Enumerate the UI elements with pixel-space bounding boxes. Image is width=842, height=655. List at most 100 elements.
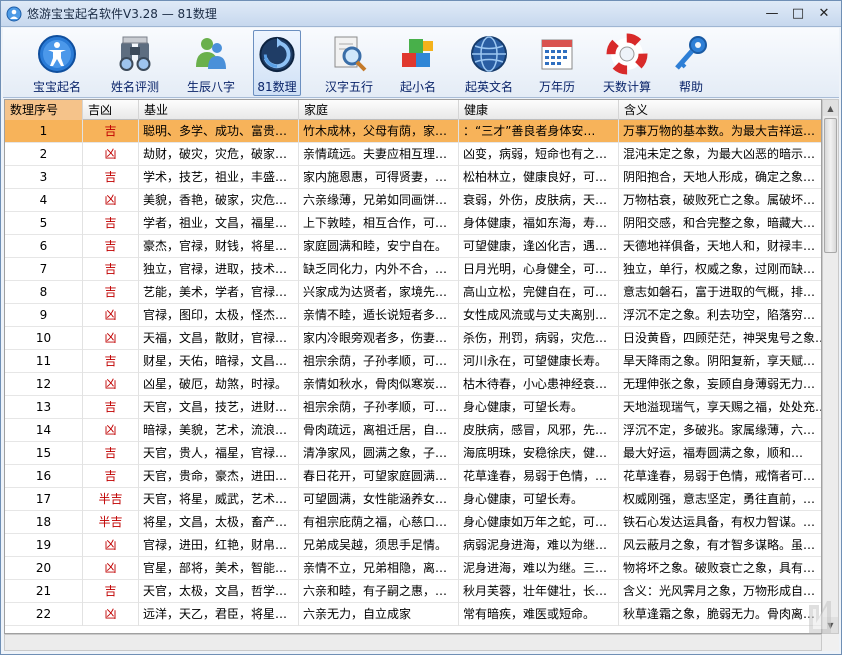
toolbar-name-evaluation-button[interactable]: 姓名评测	[101, 30, 169, 96]
cell-number: 17	[5, 488, 83, 511]
table-row[interactable]: 1 吉聪明、多学、成功、富贵… 竹木成林，父母有荫，家… ：“三才”善良者身体安… 万事…	[5, 120, 821, 143]
cell-family: 家内冷眼旁观者多，伤妻…	[299, 327, 459, 350]
cell-fortune: 吉	[83, 235, 139, 258]
table-row[interactable]: 4 凶美貌，香艳，破家，灾危… 六亲缘薄，兄弟如同画饼… 衰弱，外伤，皮肤病，天… 万物…	[5, 189, 821, 212]
minimize-button[interactable]: —	[759, 3, 785, 23]
toolbar-label: 起英文名	[464, 80, 513, 94]
cell-foundation: 天官，贵命，豪杰，进田…	[139, 465, 299, 488]
table-row[interactable]: 16 吉天官，贵命，豪杰，进田… 春日花开，可望家庭圆满… 花草逢春，易弱于色情，… 花…	[5, 465, 821, 488]
cell-meaning: 最大好运，福寿圆满之象，顺和…	[619, 442, 821, 465]
table-row[interactable]: 21 吉天官，太极，文昌，哲学… 六亲和睦，有子嗣之惠，… 秋月芙蓉，壮年健壮，长… 含…	[5, 580, 821, 603]
toolbar-english-name-button[interactable]: 起英文名	[455, 30, 523, 96]
cell-health: 河川永在，可望健康长寿。	[459, 350, 619, 373]
table-row[interactable]: 5 吉学者，祖业，文昌，福星… 上下敦睦，相互合作，可… 身体健康，福如东海，寿… 阴阳…	[5, 212, 821, 235]
cell-meaning: 万物枯衰，破败死亡之象。属破坏…	[619, 189, 821, 212]
refresh-icon	[259, 36, 295, 73]
cell-health: 身心健康如万年之蛇，可…	[459, 511, 619, 534]
cell-health: 身体健康，福如东海，寿…	[459, 212, 619, 235]
scroll-up-button[interactable]: ▲	[823, 100, 838, 116]
cell-foundation: 天官，文昌，技艺，进财…	[139, 396, 299, 419]
cell-number: 12	[5, 373, 83, 396]
table-row[interactable]: 2 凶劫财，破灾，灾危，破家… 亲情疏远。夫妻应相互理… 凶变，病弱，短命也有之… 混沌…	[5, 143, 821, 166]
cell-fortune: 吉	[83, 281, 139, 304]
cell-number: 1	[5, 120, 83, 143]
cell-family: 亲情疏远。夫妻应相互理…	[299, 143, 459, 166]
column-header-number[interactable]: 数理序号	[5, 100, 83, 120]
cell-family: 兄弟成吴越，须思手足情。	[299, 534, 459, 557]
cell-number: 2	[5, 143, 83, 166]
toolbar-baby-naming-button[interactable]: 宝宝起名	[23, 30, 91, 96]
app-logo-icon	[6, 6, 22, 22]
globe-icon	[471, 36, 507, 72]
lifebuoy-icon	[606, 33, 648, 75]
table-row[interactable]: 20 凶官星，部将，美术，智能… 亲情不立，兄弟相隐，离… 泥身进海，难以为继。三… 物…	[5, 557, 821, 580]
cell-foundation: 豪杰，官禄，财钱，将星…	[139, 235, 299, 258]
column-header-family[interactable]: 家庭	[299, 100, 459, 120]
column-header-fortune[interactable]: 吉凶	[83, 100, 139, 120]
table-row[interactable]: 22 凶远洋，天乙，君臣，将星… 六亲无力，自立成家 常有暗疾，难医或短命。 秋草逢霜之…	[5, 603, 821, 626]
cell-meaning: 物将坏之象。破败衰亡之象，具有…	[619, 557, 821, 580]
accessibility-icon	[38, 35, 76, 73]
table-row[interactable]: 18 半吉 将星，文昌，太极，畜产… 有祖宗庇荫之福，心慈口… 身心健康如万年之蛇，可……	[5, 511, 821, 534]
toolbar-day-count-button[interactable]: 天数计算	[593, 30, 661, 96]
cell-number: 14	[5, 419, 83, 442]
table-row[interactable]: 14 凶暗禄，美貌，艺术，流浪… 骨肉疏远，离祖迁居，自… 皮肤病，感冒，风邪，先… 浮…	[5, 419, 821, 442]
table-row[interactable]: 10 凶天福，文昌，散财，官禄… 家内冷眼旁观者多，伤妻… 杀伤，刑罚，病弱，灾危… 日…	[5, 327, 821, 350]
cell-number: 22	[5, 603, 83, 626]
cell-health: ：“三才”善良者身体安…	[459, 120, 619, 143]
cell-fortune: 吉	[83, 120, 139, 143]
cell-meaning: 旱天降雨之象。阴阳复新，享天赋…	[619, 350, 821, 373]
table-row[interactable]: 7 吉独立，官禄，进取，技术… 缺乏同化力，内外不合，… 日月光明，心身健全，可… 独立…	[5, 258, 821, 281]
column-header-meaning[interactable]: 含义	[619, 100, 821, 120]
cubes-icon	[402, 39, 433, 67]
table-row[interactable]: 17 半吉 天官，将星，威武，艺术… 可望圆满，女性能涵养女… 身心健康，可望长寿。 权威…	[5, 488, 821, 511]
toolbar-calendar-button[interactable]: 万年历	[529, 30, 585, 96]
toolbar-character-five-elements-button[interactable]: 汉字五行	[315, 30, 383, 96]
cell-family: 春日花开，可望家庭圆满…	[299, 465, 459, 488]
cell-fortune: 吉	[83, 212, 139, 235]
cell-foundation: 凶星，破厄，劫煞，时禄。	[139, 373, 299, 396]
cell-fortune: 吉	[83, 350, 139, 373]
maximize-button[interactable]: □	[785, 3, 811, 23]
column-header-foundation[interactable]: 基业	[139, 100, 299, 120]
toolbar-nickname-button[interactable]: 起小名	[389, 30, 447, 96]
close-button[interactable]: ✕	[811, 3, 837, 23]
cell-meaning: 铁石心发达运具备，有权力智谋。…	[619, 511, 821, 534]
table-row[interactable]: 3 吉学术，技艺，祖业，丰盛… 家内施恩惠，可得贤妻，… 松柏林立，健康良好，可… 阴阳…	[5, 166, 821, 189]
table-row[interactable]: 6 吉豪杰，官禄，财钱，将星… 家庭圆满和睦，安宁自在。 可望健康，逢凶化吉，遇… 天德…	[5, 235, 821, 258]
table-row[interactable]: 19 凶官禄，进田，红艳，财帛… 兄弟成吴越，须思手足情。 病弱泥身进海，难以为继… 风…	[5, 534, 821, 557]
cell-meaning: 浮沉不定之象。利去功空，陷落穷…	[619, 304, 821, 327]
cell-meaning: 权威刚强，意志坚定，勇往直前，…	[619, 488, 821, 511]
numerology-table[interactable]: 数理序号 吉凶 基业 家庭 健康 含义 1 吉聪明、多学、成功、富贵… 竹木成林，父…	[4, 99, 822, 634]
vertical-scrollbar[interactable]: ▲ ▼	[822, 99, 839, 634]
cell-meaning: 阴阳抱合，天地人形成，确定之象…	[619, 166, 821, 189]
cell-meaning: 意志如磐石，富于进取的气概，排…	[619, 281, 821, 304]
table-row[interactable]: 9 凶官禄，图印，太极，怪杰… 亲情不睦，遁长说短者多… 女性成风流或与丈夫离别… 浮沉…	[5, 304, 821, 327]
table-row[interactable]: 8 吉艺能，美术，学者，官禄… 兴家成为达贤者，家境先… 高山立松，完健自在，可… 意志…	[5, 281, 821, 304]
column-header-health[interactable]: 健康	[459, 100, 619, 120]
toolbar-label: 万年历	[538, 80, 575, 94]
cell-fortune: 凶	[83, 143, 139, 166]
toolbar-help-button[interactable]: 帮助	[667, 30, 715, 96]
cell-health: 杀伤，刑罚，病弱，灾危…	[459, 327, 619, 350]
cell-fortune: 凶	[83, 534, 139, 557]
cell-foundation: 官禄，图印，太极，怪杰…	[139, 304, 299, 327]
toolbar-81-numerology-button[interactable]: 81数理	[253, 30, 301, 96]
scroll-thumb[interactable]	[824, 118, 837, 253]
cell-fortune: 凶	[83, 373, 139, 396]
table-row[interactable]: 13 吉天官，文昌，技艺，进财… 祖宗余荫，子孙孝顺，可… 身心健康，可望长寿。 天地溢…	[5, 396, 821, 419]
cell-health: 泥身进海，难以为继。三…	[459, 557, 619, 580]
cell-family: 六亲缘薄，兄弟如同画饼…	[299, 189, 459, 212]
toolbar-birth-chart-button[interactable]: 生辰八字	[177, 30, 245, 96]
cell-foundation: 学术，技艺，祖业，丰盛…	[139, 166, 299, 189]
cell-foundation: 暗禄，美貌，艺术，流浪…	[139, 419, 299, 442]
table-row[interactable]: 15 吉天官，贵人，福星，官禄… 清净家风，圆满之象，子… 海底明珠，安稳徐庆，健… 最…	[5, 442, 821, 465]
table-row[interactable]: 12 凶凶星，破厄，劫煞，时禄。 亲情如秋水，骨肉似寒炭… 枯木待春，小心患神经衰… 无…	[5, 373, 821, 396]
cell-health: 衰弱，外伤，皮肤病，天…	[459, 189, 619, 212]
cell-meaning: 混沌未定之象，为最大凶恶的暗示…	[619, 143, 821, 166]
cell-family: 竹木成林，父母有荫，家…	[299, 120, 459, 143]
cell-family: 祖宗余荫，子孙孝顺，可…	[299, 396, 459, 419]
horizontal-scrollbar[interactable]	[4, 634, 822, 651]
cell-fortune: 吉	[83, 442, 139, 465]
table-row[interactable]: 11 吉财星，天佑，暗禄，文昌… 祖宗余荫，子孙孝顺，可… 河川永在，可望健康长寿。旱…	[5, 350, 821, 373]
